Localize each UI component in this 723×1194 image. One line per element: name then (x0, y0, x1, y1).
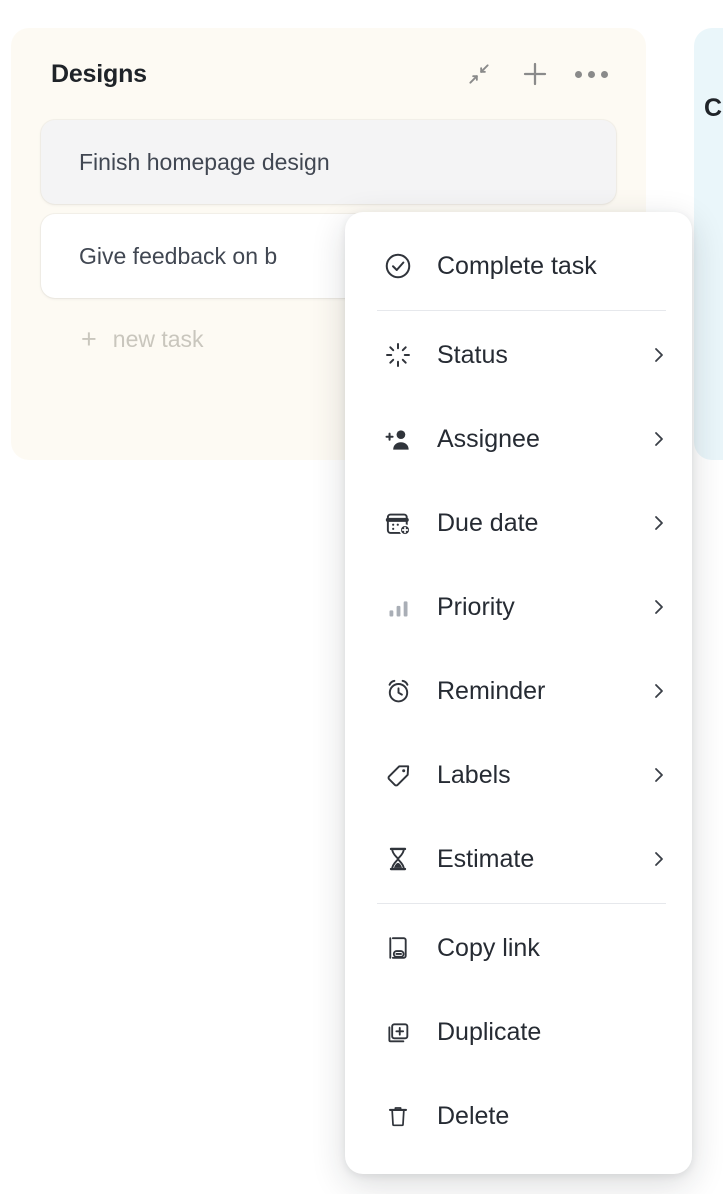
chevron-right-icon (648, 849, 666, 869)
menu-item-duplicate[interactable]: Duplicate (345, 990, 692, 1074)
menu-item-status[interactable]: Status (345, 313, 692, 397)
menu-item-label: Delete (437, 1101, 510, 1130)
plus-icon[interactable] (518, 57, 552, 91)
menu-item-delete[interactable]: Delete (345, 1074, 692, 1158)
board-column-actions (462, 57, 622, 91)
hourglass-icon (379, 840, 417, 878)
board-column-title: Designs (51, 59, 147, 88)
menu-divider (377, 903, 666, 904)
alarm-clock-icon (379, 672, 417, 710)
menu-item-copy-link[interactable]: Copy link (345, 906, 692, 990)
calendar-plus-icon (379, 504, 417, 542)
board-column-next[interactable]: C (694, 28, 723, 460)
chevron-right-icon (648, 681, 666, 701)
task-title: Finish homepage design (79, 148, 330, 175)
menu-item-reminder[interactable]: Reminder (345, 649, 692, 733)
task-context-menu: Complete task Status Assignee Due date P… (345, 212, 692, 1174)
chevron-right-icon (648, 429, 666, 449)
trash-icon (379, 1097, 417, 1135)
menu-item-label: Labels (437, 760, 511, 789)
menu-item-label: Duplicate (437, 1017, 542, 1046)
app-root: C Designs Finish homepage design Give fe… (0, 0, 723, 1194)
menu-item-complete-task[interactable]: Complete task (345, 224, 692, 308)
chevron-right-icon (648, 513, 666, 533)
duplicate-icon (379, 1013, 417, 1051)
menu-item-priority[interactable]: Priority (345, 565, 692, 649)
menu-item-label: Reminder (437, 676, 546, 705)
status-spinner-icon (379, 336, 417, 374)
menu-divider (377, 310, 666, 311)
add-new-task-label: new task (112, 326, 204, 352)
menu-item-label: Status (437, 340, 508, 369)
board-column-next-title: C (704, 94, 723, 122)
menu-item-label: Priority (437, 592, 515, 621)
task-card[interactable]: Finish homepage design (41, 120, 616, 204)
menu-item-label: Complete task (437, 251, 597, 280)
menu-item-label: Assignee (437, 424, 540, 453)
ellipsis-icon[interactable] (574, 57, 608, 91)
board-column-header: Designs (11, 28, 646, 120)
task-title: Give feedback on b (79, 242, 278, 269)
menu-item-label: Due date (437, 508, 539, 537)
check-circle-icon (379, 247, 417, 285)
menu-item-estimate[interactable]: Estimate (345, 817, 692, 901)
chevron-right-icon (648, 345, 666, 365)
person-plus-icon (379, 420, 417, 458)
copy-link-icon (379, 929, 417, 967)
plus-icon: + (81, 324, 97, 354)
bar-chart-icon (379, 588, 417, 626)
chevron-right-icon (648, 597, 666, 617)
tag-icon (379, 756, 417, 794)
menu-item-label: Estimate (437, 844, 535, 873)
menu-item-label: Copy link (437, 933, 540, 962)
menu-item-due-date[interactable]: Due date (345, 481, 692, 565)
menu-item-labels[interactable]: Labels (345, 733, 692, 817)
menu-item-assignee[interactable]: Assignee (345, 397, 692, 481)
chevron-right-icon (648, 765, 666, 785)
collapse-icon[interactable] (462, 57, 496, 91)
